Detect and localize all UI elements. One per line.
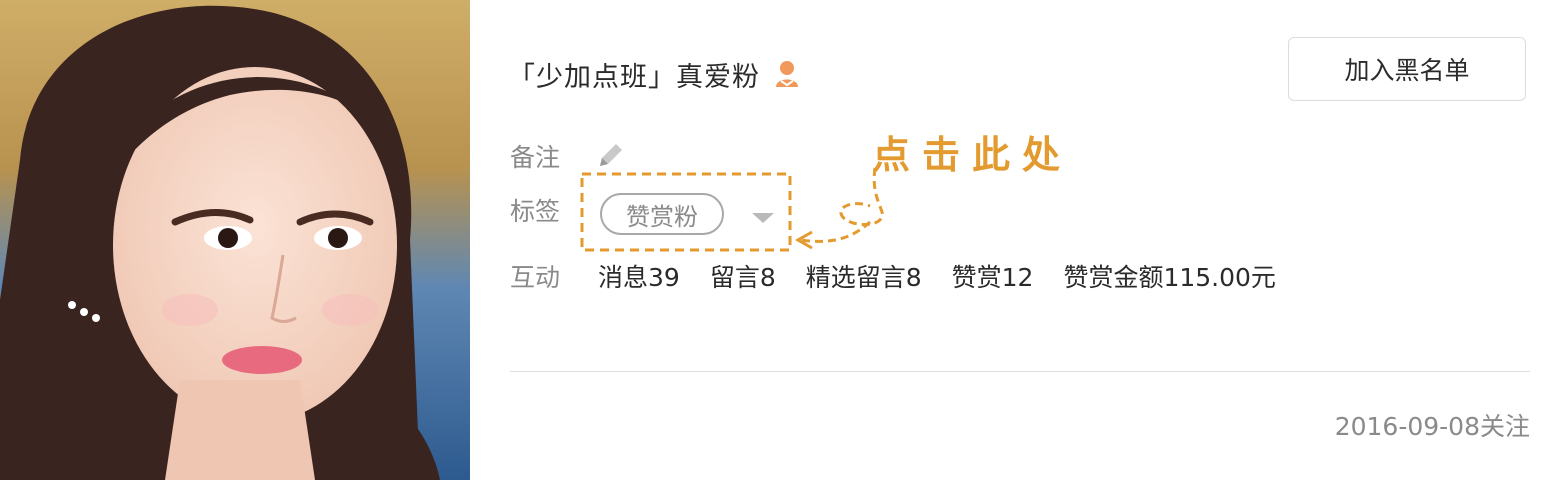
stat-messages: 消息39: [598, 263, 680, 292]
annotation-arrow-line: [799, 220, 872, 243]
add-to-blacklist-button[interactable]: 加入黑名单: [1288, 37, 1526, 101]
stat-rewards: 赞赏12: [951, 263, 1034, 292]
fan-badge-icon: [774, 59, 800, 89]
annotation-text: 点击此处: [872, 133, 1073, 177]
pencil-icon[interactable]: [596, 140, 624, 170]
user-nickname: 「少加点班」真爱粉: [508, 61, 760, 93]
follow-date: 2016-09-08关注: [1334, 412, 1530, 441]
fan-detail-panel: 「少加点班」真爱粉 加入黑名单 备注 标签 赞赏粉 互动 消息39 留言8 精选…: [470, 0, 1568, 480]
remark-label: 备注: [510, 143, 561, 172]
caret-down-icon[interactable]: [752, 213, 774, 223]
arrow-head-icon: [794, 230, 813, 250]
user-avatar: [0, 0, 470, 480]
interaction-stats: 消息39 留言8 精选留言8 赞赏12 赞赏金额115.00元: [598, 258, 1276, 294]
interaction-label: 互动: [510, 263, 561, 292]
tag-label: 标签: [510, 197, 561, 226]
stat-comments: 留言8: [709, 263, 776, 292]
stat-featured-comments: 精选留言8: [805, 263, 922, 292]
stat-reward-amount: 赞赏金额115.00元: [1063, 263, 1276, 292]
tag-chip[interactable]: 赞赏粉: [600, 193, 724, 235]
name-row: 「少加点班」真爱粉: [508, 52, 800, 96]
divider: [510, 371, 1530, 372]
